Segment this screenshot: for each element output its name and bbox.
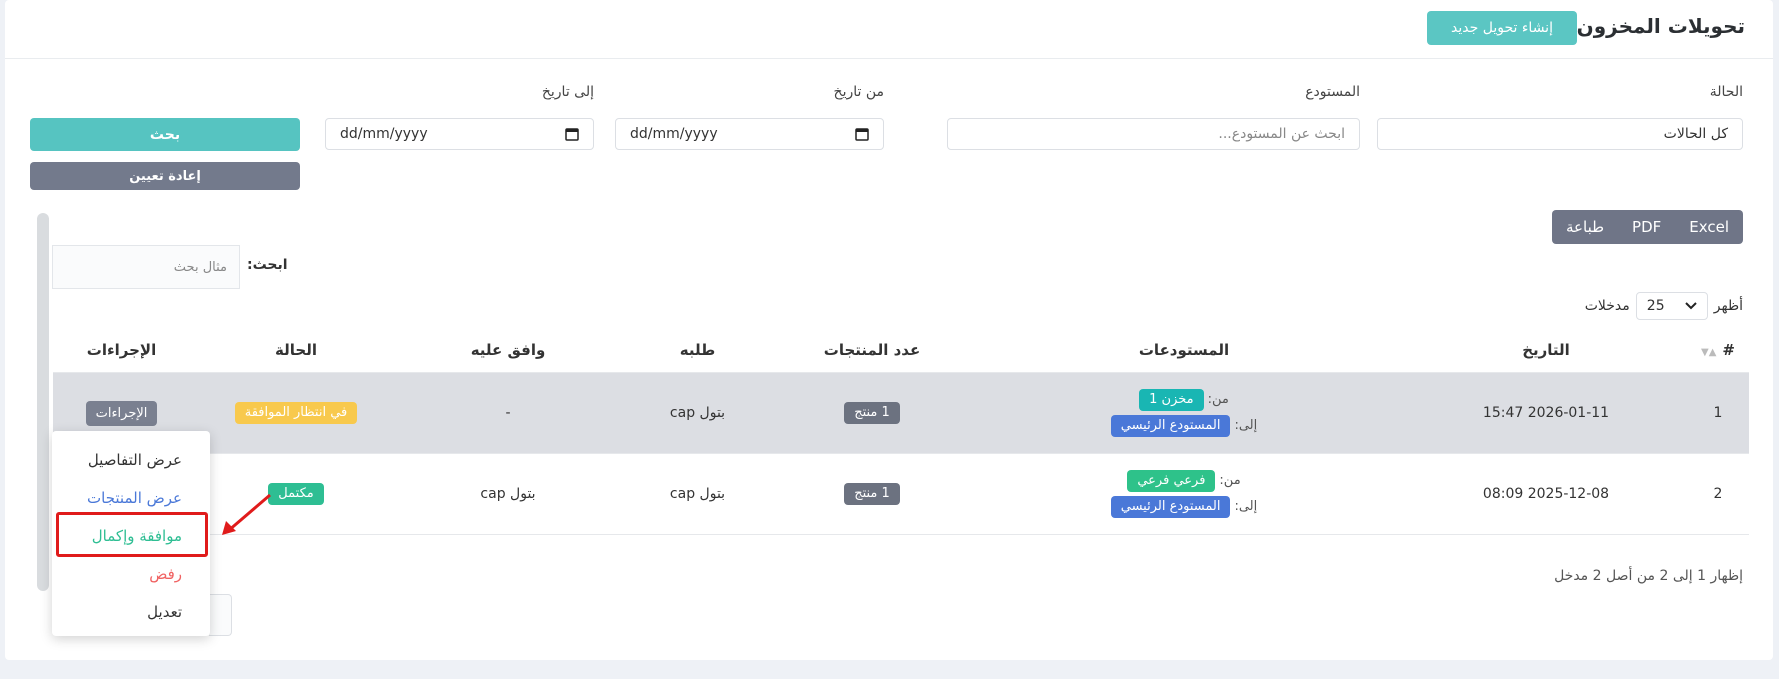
calendar-icon [565,128,579,141]
row-requested-by: بتول cap [614,453,781,535]
row-date: 2026-01-11 15:47 [1405,372,1687,454]
col-actions: الإجراءات [53,328,190,373]
dropdown-edit[interactable]: تعديل [147,603,182,621]
status-badge: مكتمل [268,483,324,505]
from-warehouse-badge: فرعي فرعي [1127,470,1216,492]
dropdown-view-details[interactable]: عرض التفاصيل [88,451,182,469]
actions-button[interactable]: الإجراءات [85,400,158,426]
entries-value: 25 [1646,298,1665,314]
export-button-group: طباعة PDF Excel [1552,210,1743,244]
transfers-table: #▲▼ التاريخ المستودعات عدد المنتجات طلبه… [53,328,1749,535]
pagination-button[interactable] [209,594,232,636]
from-warehouse-badge: مخزن 1 [1139,389,1204,411]
to-warehouse-badge: المستودع الرئيسي [1110,496,1231,518]
col-date[interactable]: التاريخ [1405,328,1687,373]
col-approved-by[interactable]: وافق عليه [402,328,614,373]
table-row[interactable]: 1 2026-01-11 15:47 من:مخزن 1 إلى:المستود… [53,372,1749,454]
row-count: 1 منتج [781,372,963,454]
to-date-input[interactable]: dd/mm/yyyy [325,118,594,150]
row-approved-by: بتول cap [402,453,614,535]
status-filter-select[interactable]: كل الحالات [1377,118,1743,150]
to-date-label: إلى تاريخ [541,84,594,100]
status-filter-label: الحالة [1709,84,1743,100]
show-entries-label: أظهر [1713,298,1743,314]
from-date-placeholder: dd/mm/yyyy [630,126,718,142]
table-info: إظهار 1 إلى 2 من أصل 2 مدخل [1554,568,1743,584]
col-status[interactable]: الحالة [190,328,402,373]
entries-suffix: مدخلات [1584,298,1630,314]
col-number[interactable]: #▲▼ [1687,328,1749,373]
row-status: في انتظار الموافقة [190,372,402,454]
row-count: 1 منتج [781,453,963,535]
col-requested-by[interactable]: طلبه [614,328,781,373]
from-date-input[interactable]: dd/mm/yyyy [615,118,884,150]
table-row[interactable]: 2 2025-12-08 08:09 من:فرعي فرعي إلى:المس… [53,453,1749,535]
page-title: تحويلات المخزون [1576,14,1745,38]
status-badge: في انتظار الموافقة [234,402,358,424]
create-transfer-button[interactable]: إنشاء تحويل جديد [1427,11,1577,45]
show-entries: أظهر 25 مدخلات [1585,292,1743,320]
row-number: 2 [1687,453,1749,535]
row-approved-by: - [402,372,614,454]
print-button[interactable]: طباعة [1552,210,1618,244]
highlight-box [56,512,208,557]
from-date-label: من تاريخ [833,84,884,100]
page-header: تحويلات المخزون إنشاء تحويل جديد [5,0,1773,59]
to-date-placeholder: dd/mm/yyyy [340,126,428,142]
pdf-button[interactable]: PDF [1618,210,1675,244]
entries-select[interactable]: 25 [1635,292,1708,320]
dropdown-reject[interactable]: رفض [149,565,182,583]
row-requested-by: بتول cap [614,372,781,454]
calendar-icon [855,128,869,141]
col-product-count[interactable]: عدد المنتجات [781,328,963,373]
col-warehouses[interactable]: المستودعات [963,328,1405,373]
warehouse-filter-label: المستودع [1305,84,1360,100]
dropdown-view-products[interactable]: عرض المنتجات [87,489,182,507]
search-button[interactable]: بحث [30,118,300,151]
table-search-label: ابحث: [247,257,288,273]
warehouse-search-input[interactable]: ابحث عن المستودع... [947,118,1360,150]
row-warehouses: من:فرعي فرعي إلى:المستودع الرئيسي [963,453,1405,535]
to-warehouse-badge: المستودع الرئيسي [1110,415,1231,437]
table-search-input[interactable]: مثال بحث [52,245,240,289]
pointer-arrow-icon [222,493,271,535]
row-number: 1 [1687,372,1749,454]
main-card: تحويلات المخزون إنشاء تحويل جديد الحالة … [5,0,1773,660]
chevron-down-icon [1685,302,1697,310]
vertical-scrollbar[interactable] [37,213,49,591]
row-date: 2025-12-08 08:09 [1405,453,1687,535]
sort-icon: ▲▼ [1701,347,1717,358]
row-warehouses: من:مخزن 1 إلى:المستودع الرئيسي [963,372,1405,454]
reset-button[interactable]: إعادة تعيين [30,162,300,190]
excel-button[interactable]: Excel [1675,210,1743,244]
